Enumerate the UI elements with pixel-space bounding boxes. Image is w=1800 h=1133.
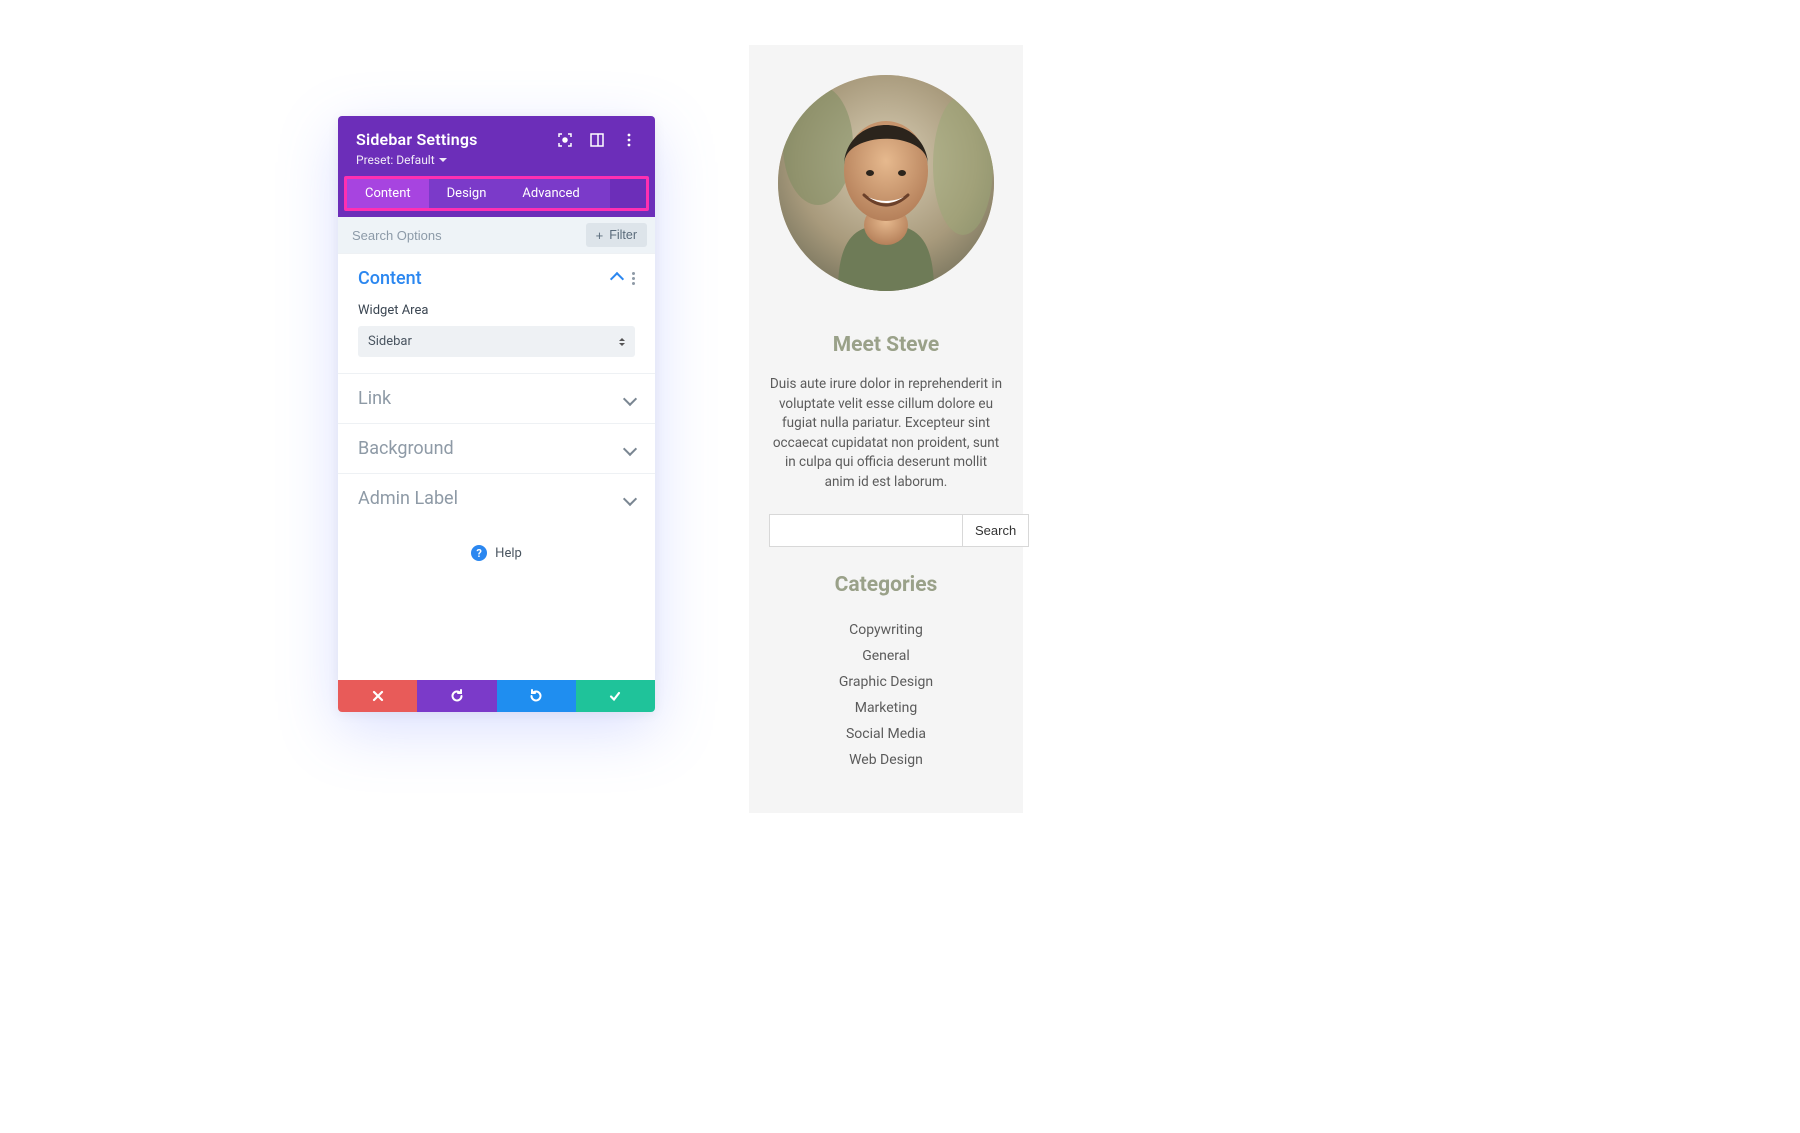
section-content: Content Widget Area Sidebar — [338, 253, 655, 373]
panel-header: Sidebar Settings Preset: Default — [338, 116, 655, 176]
preset-label: Preset: Default — [356, 153, 435, 167]
filter-label: Filter — [609, 228, 637, 242]
select-caret-icon — [619, 338, 625, 346]
tab-design[interactable]: Design — [429, 179, 505, 208]
section-link-header[interactable]: Link — [338, 374, 655, 423]
undo-button[interactable] — [417, 680, 496, 712]
redo-button[interactable] — [497, 680, 576, 712]
section-link-title: Link — [358, 388, 391, 409]
focus-icon[interactable] — [557, 132, 573, 148]
sidebar-preview: Meet Steve Duis aute irure dolor in repr… — [749, 45, 1023, 813]
tab-advanced[interactable]: Advanced — [504, 179, 609, 208]
avatar — [778, 75, 994, 291]
search-row: + Filter — [338, 217, 655, 253]
section-kebab-icon[interactable] — [632, 270, 635, 287]
preview-search: Search — [769, 514, 1003, 547]
section-content-title: Content — [358, 268, 422, 289]
section-background-title: Background — [358, 438, 454, 459]
preset-selector[interactable]: Preset: Default — [356, 153, 447, 167]
widget-area-select[interactable]: Sidebar — [358, 326, 635, 357]
section-background: Background — [338, 423, 655, 473]
tabs-container: Content Design Advanced — [338, 176, 655, 217]
cancel-button[interactable] — [338, 680, 417, 712]
category-item[interactable]: Marketing — [769, 695, 1003, 721]
help-icon: ? — [471, 545, 487, 561]
category-item[interactable]: Graphic Design — [769, 669, 1003, 695]
section-admin-label: Admin Label — [338, 473, 655, 523]
help-label: Help — [495, 546, 522, 561]
tab-content[interactable]: Content — [347, 179, 429, 208]
meet-title: Meet Steve — [769, 333, 1003, 357]
section-admin-label-title: Admin Label — [358, 488, 458, 509]
chevron-up-icon — [610, 271, 624, 285]
preview-search-button[interactable]: Search — [962, 514, 1029, 547]
confirm-button[interactable] — [576, 680, 655, 712]
preview-search-input[interactable] — [769, 514, 962, 547]
categories-list: Copywriting General Graphic Design Marke… — [769, 617, 1003, 773]
search-input[interactable] — [338, 218, 578, 253]
widget-area-value: Sidebar — [368, 334, 412, 349]
category-item[interactable]: Web Design — [769, 747, 1003, 773]
caret-down-icon — [439, 158, 447, 162]
chevron-down-icon — [623, 391, 637, 405]
section-link: Link — [338, 373, 655, 423]
categories-title: Categories — [769, 573, 1003, 597]
chevron-down-icon — [623, 491, 637, 505]
panel-footer — [338, 680, 655, 712]
filter-button[interactable]: + Filter — [586, 223, 647, 247]
chevron-down-icon — [623, 441, 637, 455]
sidebar-settings-panel: Sidebar Settings Preset: Default — [338, 116, 655, 712]
help-link[interactable]: ? Help — [338, 523, 655, 583]
section-background-header[interactable]: Background — [338, 424, 655, 473]
layout-icon[interactable] — [589, 132, 605, 148]
panel-title: Sidebar Settings — [356, 130, 478, 149]
section-content-header[interactable]: Content — [338, 254, 655, 303]
kebab-icon[interactable] — [621, 132, 637, 148]
bio-text: Duis aute irure dolor in reprehenderit i… — [769, 375, 1003, 492]
plus-icon: + — [596, 229, 604, 242]
category-item[interactable]: Copywriting — [769, 617, 1003, 643]
category-item[interactable]: General — [769, 643, 1003, 669]
section-content-body: Widget Area Sidebar — [338, 303, 655, 373]
widget-area-label: Widget Area — [358, 303, 635, 318]
section-admin-label-header[interactable]: Admin Label — [338, 474, 655, 523]
category-item[interactable]: Social Media — [769, 721, 1003, 747]
